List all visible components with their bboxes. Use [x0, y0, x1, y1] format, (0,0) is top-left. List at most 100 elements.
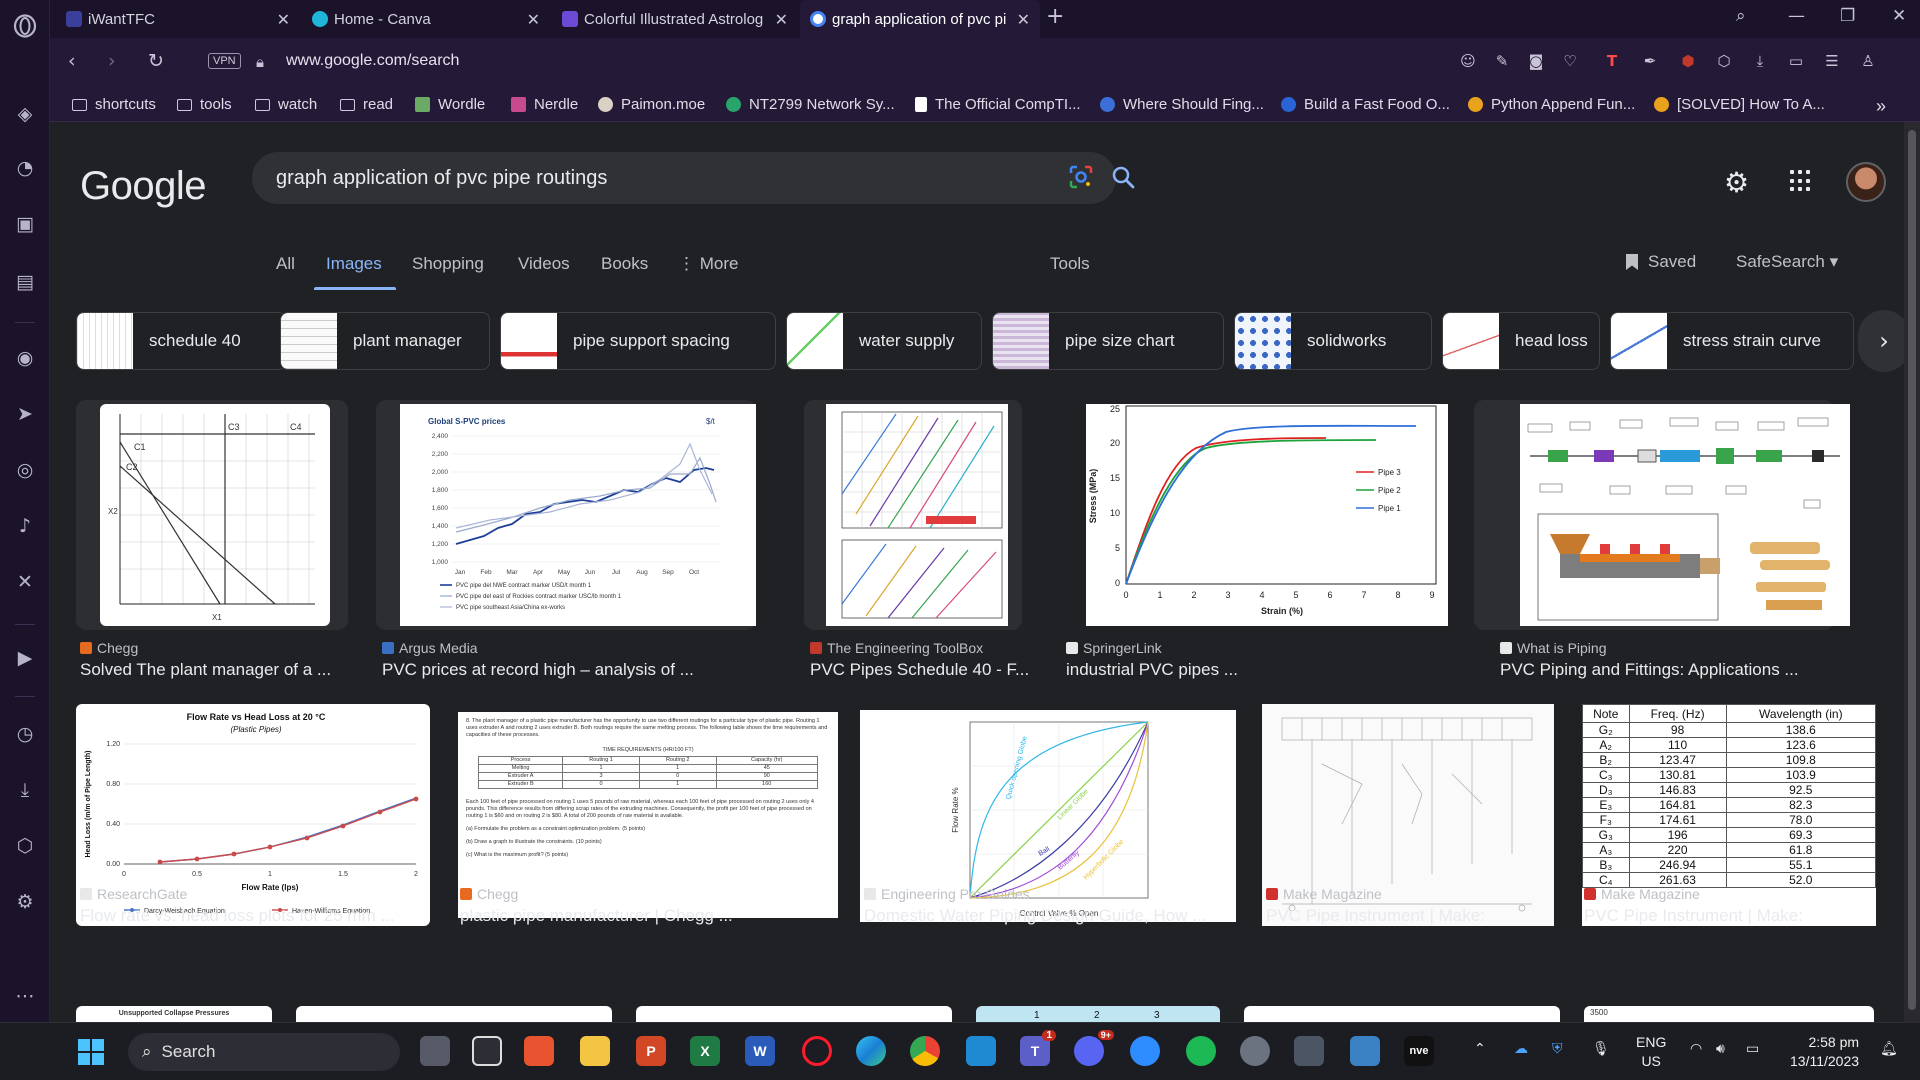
google-apps-icon[interactable] [1790, 170, 1812, 192]
search-input[interactable]: graph application of pvc pipe routings [276, 167, 607, 190]
result-title[interactable]: Domestic Water Piping Design Guide, How … [864, 906, 1206, 926]
partial-result-thumbnail[interactable]: Unsupported Collapse Pressures [76, 1006, 272, 1022]
camera-icon[interactable]: ◙ [1526, 51, 1546, 71]
chip-pipe-size-chart[interactable]: pipe size chart [992, 312, 1224, 370]
result-title[interactable]: Solved The plant manager of a ... [80, 660, 331, 680]
result-thumbnail[interactable]: C3 C4 C1 C2 X1 X2 [100, 404, 330, 626]
google-logo[interactable]: Google [80, 164, 206, 209]
bookmark-build-fast-food[interactable]: Build a Fast Food O... [1281, 96, 1450, 113]
battery-icon[interactable]: ▭ [1746, 1041, 1759, 1057]
bookmark-folder-tools[interactable]: tools [177, 96, 232, 113]
downloads-icon[interactable]: ⤓ [11, 776, 39, 804]
ublock-icon[interactable]: ⬢ [1678, 51, 1698, 71]
maximize-icon[interactable]: ❐ [1840, 6, 1855, 26]
tools-button[interactable]: Tools [1050, 254, 1090, 274]
minimize-icon[interactable]: — [1788, 6, 1805, 26]
result-title[interactable]: Flow rate vs. head loss plots for 25 mm … [80, 906, 395, 926]
tab-iwanttfc[interactable]: iWantTFC ✕ [56, 0, 300, 38]
result-title[interactable]: PVC Piping and Fittings: Applications ..… [1500, 660, 1799, 680]
partial-result-thumbnail[interactable] [1244, 1006, 1560, 1022]
close-icon[interactable]: ✕ [527, 10, 540, 29]
edit-icon[interactable]: ✎ [1492, 51, 1512, 71]
avatar[interactable] [1846, 162, 1886, 202]
chip-water-supply[interactable]: water supply [786, 312, 982, 370]
result-source[interactable]: Chegg [460, 886, 518, 902]
bookmark-wordle[interactable]: Wordle [415, 96, 485, 113]
settings-taskbar-icon[interactable] [1240, 1036, 1270, 1066]
reload-icon[interactable]: ↻ [148, 50, 164, 72]
taskbar-search-box[interactable]: ⌕ Search [128, 1033, 400, 1071]
result-title[interactable]: industrial PVC pipes ... [1066, 660, 1238, 680]
bookmark-where-should[interactable]: Where Should Fing... [1100, 96, 1264, 113]
cube-icon[interactable]: ⬡ [1714, 51, 1734, 71]
forward-icon[interactable]: › [108, 50, 116, 72]
result-title[interactable]: plastic pipe manufacturer | Chegg ... [460, 906, 733, 926]
settings-icon[interactable]: ⚙ [11, 888, 39, 916]
heart-icon[interactable]: ♡ [1560, 51, 1580, 71]
bookmark-solved[interactable]: [SOLVED] How To A... [1654, 96, 1825, 113]
discord-icon[interactable]: 9+ [1074, 1030, 1114, 1066]
onedrive-icon[interactable]: ☁ [1514, 1041, 1528, 1057]
safesearch-button[interactable]: SafeSearch ▾ [1736, 252, 1838, 272]
telegram-icon[interactable]: ➤ [11, 400, 39, 428]
bookmarks-overflow-icon[interactable]: » [1876, 96, 1886, 117]
tab-canva[interactable]: Home - Canva ✕ [302, 0, 550, 38]
chip-plant-manager[interactable]: plant manager [280, 312, 490, 370]
tab-shopping[interactable]: Shopping [412, 254, 484, 274]
chip-head-loss[interactable]: head loss [1442, 312, 1600, 370]
chip-schedule-40[interactable]: schedule 40 [76, 312, 286, 370]
chrome-icon[interactable] [910, 1036, 940, 1066]
tab-videos[interactable]: Videos [518, 254, 570, 274]
result-title[interactable]: PVC Pipe Instrument | Make: [1266, 906, 1485, 926]
opera-taskbar-icon[interactable] [802, 1036, 832, 1066]
download-icon[interactable]: ⤓ [1750, 51, 1770, 71]
profile-icon[interactable]: ♙ [1858, 51, 1878, 71]
tab-books[interactable]: Books [601, 254, 648, 274]
settings-gear-icon[interactable]: ⚙ [1724, 166, 1749, 199]
result-title[interactable]: PVC Pipe Instrument | Make: [1584, 906, 1803, 926]
close-icon[interactable]: ✕ [1017, 10, 1030, 29]
google-lens-icon[interactable] [1068, 164, 1094, 190]
tab-google-search[interactable]: graph application of pvc pi ✕ [800, 0, 1040, 38]
system-clock[interactable]: 2:58 pm 13/11/2023 [1790, 1033, 1859, 1071]
search-icon[interactable] [1110, 164, 1136, 190]
bookmark-folder-shortcuts[interactable]: shortcuts [72, 96, 156, 113]
result-source[interactable]: SpringerLink [1066, 640, 1162, 656]
close-icon[interactable]: ✕ [277, 10, 290, 29]
vscode-icon[interactable] [966, 1036, 996, 1066]
chip-pipe-support-spacing[interactable]: pipe support spacing [500, 312, 776, 370]
tab-canva-astrology[interactable]: Colorful Illustrated Astrolog ✕ [552, 0, 798, 38]
player-icon[interactable]: ▶ [11, 644, 39, 672]
notepad-icon[interactable] [1350, 1036, 1380, 1066]
url-field[interactable]: www.google.com/search [286, 52, 459, 70]
result-source[interactable]: What is Piping [1500, 640, 1606, 656]
language-indicator[interactable]: ENG US [1636, 1033, 1666, 1071]
close-icon[interactable]: ✕ [775, 10, 788, 29]
bookmark-folder-watch[interactable]: watch [255, 96, 317, 113]
edge-icon[interactable] [856, 1036, 886, 1066]
whiteboard-icon[interactable] [472, 1036, 502, 1066]
close-window-icon[interactable]: ✕ [1892, 6, 1906, 26]
file-explorer-icon[interactable] [580, 1036, 610, 1066]
result-source[interactable]: Engineering Pro Guides [864, 886, 1030, 902]
zoom-icon[interactable] [1130, 1036, 1160, 1066]
task-view-icon[interactable] [420, 1036, 450, 1066]
nvidia-icon[interactable]: nve [1404, 1036, 1434, 1066]
lock-icon[interactable]: 🔒︎ [256, 53, 264, 71]
result-thumbnail[interactable]: Global S-PVC prices $/t 2,400 2,200 2,00… [400, 404, 756, 626]
chip-solidworks[interactable]: solidworks [1234, 312, 1432, 370]
extensions-icon[interactable]: ⬡ [11, 832, 39, 860]
office-icon[interactable] [524, 1036, 554, 1066]
teams-icon[interactable]: T1 [1020, 1030, 1056, 1066]
excel-icon[interactable]: X [690, 1036, 720, 1066]
volume-icon[interactable]: 🔊︎ [1716, 1041, 1725, 1057]
chip-stress-strain-curve[interactable]: stress strain curve [1610, 312, 1854, 370]
easy-setup-icon[interactable]: ☰ [1822, 51, 1842, 71]
result-thumbnail[interactable] [826, 404, 1008, 626]
tab-all[interactable]: All [276, 254, 295, 274]
more-icon[interactable]: ⋯ [11, 982, 39, 1010]
back-icon[interactable]: ‹ [68, 50, 76, 72]
result-thumbnail[interactable] [1520, 404, 1850, 626]
new-tab-icon[interactable]: + [1046, 4, 1064, 29]
result-title[interactable]: PVC Pipes Schedule 40 - F... [810, 660, 1029, 680]
